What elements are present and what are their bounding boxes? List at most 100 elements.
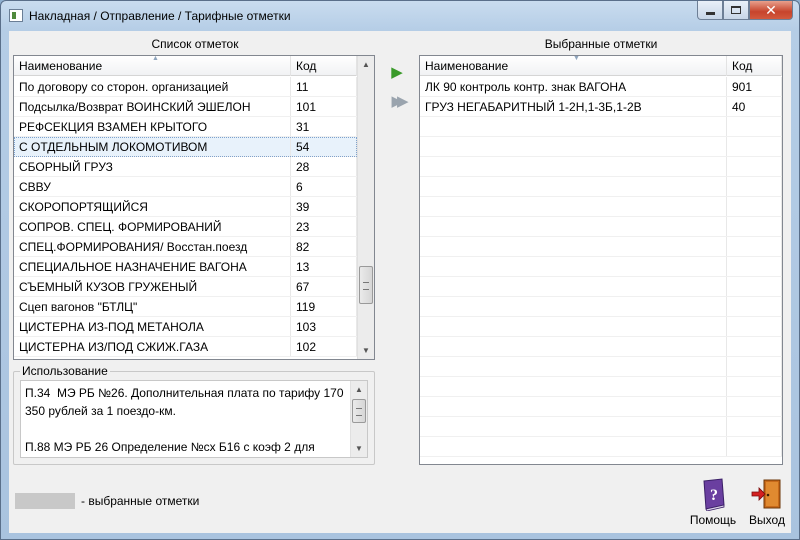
- empty-table-row: [420, 137, 782, 157]
- mark-name-cell: По договору со сторон. организацией: [14, 77, 291, 96]
- usage-scrollbar[interactable]: ▲ ▼: [350, 381, 367, 457]
- empty-table-row: [420, 117, 782, 137]
- table-row[interactable]: СБОРНЫЙ ГРУЗ 28: [14, 157, 357, 177]
- table-row[interactable]: Подсылка/Возврат ВОИНСКИЙ ЭШЕЛОН 101: [14, 97, 357, 117]
- table-row[interactable]: СОПРОВ. СПЕЦ. ФОРМИРОВАНИЙ 23: [14, 217, 357, 237]
- mark-name-cell: [420, 197, 727, 216]
- title-bar[interactable]: Накладная / Отправление / Тарифные отмет…: [1, 1, 799, 31]
- help-label: Помощь: [689, 513, 737, 527]
- mark-code-cell: 67: [291, 277, 357, 296]
- window-title: Накладная / Отправление / Тарифные отмет…: [29, 9, 291, 23]
- mark-name-cell: СВВУ: [14, 177, 291, 196]
- minimize-button[interactable]: [697, 1, 723, 20]
- mark-code-cell: 40: [727, 97, 782, 116]
- available-marks-title: Список отметок: [151, 37, 239, 51]
- table-row[interactable]: По договору со сторон. организацией 11: [14, 77, 357, 97]
- selected-marks-header: ▼ Наименование Код: [420, 56, 782, 76]
- scroll-down-icon[interactable]: ▼: [351, 440, 367, 457]
- empty-table-row: [420, 437, 782, 457]
- close-button[interactable]: ✕: [749, 1, 793, 20]
- mark-code-cell: [727, 117, 782, 136]
- table-row[interactable]: СПЕЦ.ФОРМИРОВАНИЯ/ Восстан.поезд 82: [14, 237, 357, 257]
- mark-code-cell: [727, 337, 782, 356]
- mark-name-cell: [420, 237, 727, 256]
- table-row[interactable]: ЦИСТЕРНА ИЗ/ПОД СЖИЖ.ГАЗА 102: [14, 337, 357, 357]
- mark-name-cell: [420, 257, 727, 276]
- mark-code-cell: 119: [291, 297, 357, 316]
- available-marks-grid[interactable]: ▲ Наименование Код По договору со сторон…: [13, 55, 375, 360]
- mark-code-cell: [727, 397, 782, 416]
- table-row[interactable]: ЦИСТЕРНА ИЗ-ПОД МЕТАНОЛА 103: [14, 317, 357, 337]
- scroll-up-icon[interactable]: ▲: [351, 381, 367, 398]
- mark-code-cell: 28: [291, 157, 357, 176]
- mark-code-cell: [727, 237, 782, 256]
- scrollbar-thumb[interactable]: [352, 399, 366, 423]
- table-row[interactable]: ГРУЗ НЕГАБАРИТНЫЙ 1-2Н,1-3Б,1-2В 40: [420, 97, 782, 117]
- mark-code-cell: [727, 157, 782, 176]
- mark-name-cell: Сцеп вагонов "БТЛЦ": [14, 297, 291, 316]
- usage-textbox[interactable]: П.34 МЭ РБ №26. Дополнительная плата по …: [20, 380, 368, 458]
- empty-table-row: [420, 277, 782, 297]
- empty-table-row: [420, 377, 782, 397]
- mark-name-cell: [420, 437, 727, 456]
- mark-name-cell: СБОРНЫЙ ГРУЗ: [14, 157, 291, 176]
- table-row[interactable]: СВВУ 6: [14, 177, 357, 197]
- mark-code-cell: 54: [291, 137, 357, 156]
- move-all-button[interactable]: ▶▶: [387, 92, 408, 112]
- available-marks-rows: По договору со сторон. организацией 11 Под…: [14, 77, 357, 357]
- sort-ascending-icon: ▲: [152, 55, 159, 62]
- table-row[interactable]: СПЕЦИАЛЬНОЕ НАЗНАЧЕНИЕ ВАГОНА 13: [14, 257, 357, 277]
- mark-code-cell: [727, 317, 782, 336]
- mark-name-cell: [420, 177, 727, 196]
- mark-code-cell: [727, 377, 782, 396]
- mark-code-cell: [727, 297, 782, 316]
- column-header-code[interactable]: Код: [291, 56, 357, 76]
- mark-name-cell: [420, 357, 727, 376]
- table-row[interactable]: СКОРОПОРТЯЩИЙСЯ 39: [14, 197, 357, 217]
- scroll-down-icon[interactable]: ▼: [358, 342, 374, 359]
- mark-name-cell: [420, 417, 727, 436]
- exit-label: Выход: [749, 513, 785, 527]
- mark-code-cell: 102: [291, 337, 357, 356]
- column-header-name-label: Наименование: [425, 59, 509, 73]
- exit-button[interactable]: Выход: [739, 477, 795, 527]
- table-row[interactable]: Сцеп вагонов "БТЛЦ" 119: [14, 297, 357, 317]
- mark-name-cell: [420, 157, 727, 176]
- svg-text:?: ?: [710, 487, 718, 504]
- empty-table-row: [420, 397, 782, 417]
- table-row[interactable]: СЪЕМНЫЙ КУЗОВ ГРУЖЕНЫЙ 67: [14, 277, 357, 297]
- table-row[interactable]: С ОТДЕЛЬНЫМ ЛОКОМОТИВОМ 54: [14, 137, 357, 157]
- table-row[interactable]: РЕФСЕКЦИЯ ВЗАМЕН КРЫТОГО 31: [14, 117, 357, 137]
- mark-code-cell: 11: [291, 77, 357, 96]
- usage-label: Использование: [20, 364, 110, 378]
- column-header-name[interactable]: ▼ Наименование: [420, 56, 727, 76]
- sort-indicator-icon: ▼: [573, 55, 580, 62]
- column-header-name-label: Наименование: [19, 59, 103, 73]
- usage-text: П.34 МЭ РБ №26. Дополнительная плата по …: [25, 386, 344, 454]
- mark-name-cell: [420, 137, 727, 156]
- mark-code-cell: [727, 357, 782, 376]
- move-selected-button[interactable]: ▶: [387, 63, 407, 83]
- empty-table-row: [420, 317, 782, 337]
- mark-name-cell: СПЕЦ.ФОРМИРОВАНИЯ/ Восстан.поезд: [14, 237, 291, 256]
- mark-code-cell: 23: [291, 217, 357, 236]
- column-header-name[interactable]: ▲ Наименование: [14, 56, 291, 76]
- empty-table-row: [420, 157, 782, 177]
- selected-marks-grid[interactable]: ▼ Наименование Код ЛК 90 контроль контр.…: [419, 55, 783, 465]
- column-header-code-label: Код: [732, 59, 753, 73]
- scrollbar-thumb[interactable]: [359, 266, 373, 304]
- mark-name-cell: ЛК 90 контроль контр. знак ВАГОНА: [420, 77, 727, 96]
- maximize-button[interactable]: [723, 1, 749, 20]
- mark-code-cell: 39: [291, 197, 357, 216]
- mark-name-cell: ЦИСТЕРНА ИЗ-ПОД МЕТАНОЛА: [14, 317, 291, 336]
- minimize-icon: [705, 11, 715, 15]
- scroll-up-icon[interactable]: ▲: [358, 56, 374, 73]
- available-marks-header: ▲ Наименование Код: [14, 56, 357, 76]
- mark-name-cell: СКОРОПОРТЯЩИЙСЯ: [14, 197, 291, 216]
- help-button[interactable]: ? Помощь: [685, 477, 741, 527]
- mark-name-cell: [420, 117, 727, 136]
- column-header-code[interactable]: Код: [727, 56, 782, 76]
- table-row[interactable]: ЛК 90 контроль контр. знак ВАГОНА 901: [420, 77, 782, 97]
- app-window: Накладная / Отправление / Тарифные отмет…: [0, 0, 800, 540]
- available-marks-scrollbar[interactable]: ▲ ▼: [357, 56, 374, 359]
